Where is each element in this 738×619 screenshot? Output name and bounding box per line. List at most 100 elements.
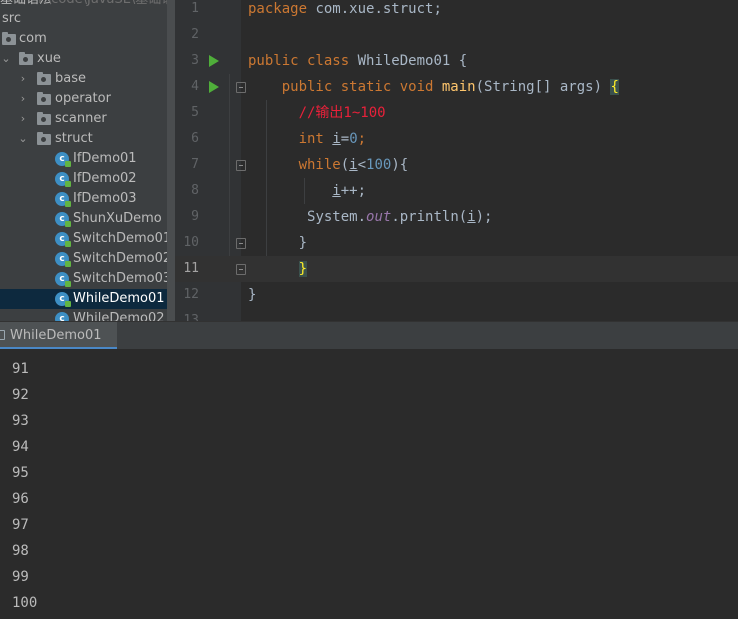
console-line: 96 [12,491,29,507]
tree-item-class-selected[interactable]: c WhileDemo01 [0,289,175,309]
run-tab-bar: WhileDemo01 [0,321,738,350]
package-folder-icon [19,52,33,65]
run-tab-label: WhileDemo01 [10,328,102,343]
run-tab[interactable]: WhileDemo01 [0,322,117,350]
code-text: } [248,287,257,303]
java-class-icon: c [55,212,71,227]
console-line: 95 [12,465,29,481]
tree-item-class[interactable]: c IfDemo01 [0,149,175,169]
tree-item-label: ShunXuDemo [73,211,162,226]
java-class-icon: c [55,152,71,167]
package-folder-icon [37,92,51,105]
console-line: 99 [12,569,29,585]
package-folder-icon [37,112,51,125]
code-text: int i=0; [298,131,367,147]
code-line-current[interactable]: 11 } [175,256,738,282]
console-line: 100 [12,595,38,611]
java-class-icon: c [55,172,71,187]
fold-icon[interactable] [236,82,246,93]
console-line: 98 [12,543,29,559]
java-class-icon: c [55,192,71,207]
tree-item-class[interactable]: c WhileDemo02 [0,309,175,321]
code-text: public static void main(String[] args) { [281,79,619,95]
code-text: public class WhileDemo01 { [248,53,468,69]
code-text: i++; [332,183,367,199]
tree-item-label: SwitchDemo01 [73,231,172,246]
code-line[interactable]: 12 } [175,282,738,308]
line-number: 5 [191,105,199,120]
code-line[interactable]: 9 System.out.println(i); [175,204,738,230]
chevron-right-icon[interactable]: › [18,89,28,109]
tree-item-class[interactable]: c SwitchDemo01 [0,229,175,249]
tree-item-class[interactable]: c SwitchDemo03 [0,269,175,289]
package-folder-icon [37,72,51,85]
code-line[interactable]: 7 while(i<100){ [175,152,738,178]
run-config-icon [0,330,5,340]
tree-item-label: com [19,31,47,46]
package-folder-icon [2,32,16,45]
run-console[interactable]: 91 92 93 94 95 96 97 98 99 100 [0,349,738,619]
tree-item-label: WhileDemo02 [73,311,165,321]
tree-item-class[interactable]: c IfDemo02 [0,169,175,189]
package-folder-icon [37,132,51,145]
fold-icon[interactable] [236,160,246,171]
tree-item-label: SwitchDemo03 [73,271,172,286]
code-line[interactable]: 1 package com.xue.struct; [175,0,738,22]
run-method-icon[interactable] [209,81,219,93]
project-tree-panel: 基础语法 T:\code\JavaSE\基础语法 src com ⌄ xue ›… [0,0,175,321]
tree-item-label: operator [55,91,111,106]
tree-item-label: SwitchDemo02 [73,251,172,266]
chevron-right-icon[interactable]: › [18,69,28,89]
tree-item-xue[interactable]: ⌄ xue [0,49,175,69]
tree-item-base[interactable]: › base [0,69,175,89]
tree-item-operator[interactable]: › operator [0,89,175,109]
tree-item-label: src [2,11,21,26]
tree-item-src[interactable]: src [0,9,175,29]
code-text: } [298,235,308,251]
line-number: 12 [183,287,199,302]
code-line[interactable]: 6 int i=0; [175,126,738,152]
chevron-right-icon[interactable]: › [18,109,28,129]
code-line[interactable]: 13 [175,308,738,321]
code-line[interactable]: 5 //输出1~100 [175,100,738,126]
tree-item-label: IfDemo01 [73,151,137,166]
tree-item-scanner[interactable]: › scanner [0,109,175,129]
console-line: 93 [12,413,29,429]
tree-item-com[interactable]: com [0,29,175,49]
tree-item-class[interactable]: c SwitchDemo02 [0,249,175,269]
code-line[interactable]: 3 public class WhileDemo01 { [175,48,738,74]
code-text: package com.xue.struct; [248,1,442,17]
tree-item-struct[interactable]: ⌄ struct [0,129,175,149]
code-text: System.out.println(i); [307,209,493,225]
fold-icon[interactable] [236,264,246,275]
java-class-icon: c [55,292,71,307]
java-class-icon: c [55,272,71,287]
code-text: //输出1~100 [298,105,386,121]
line-number: 11 [183,261,199,276]
code-text: } [298,261,308,277]
code-editor[interactable]: 1 package com.xue.struct; 2 3 public cla… [175,0,738,321]
tree-item-label: struct [55,131,93,146]
tree-item-class[interactable]: c ShunXuDemo [0,209,175,229]
line-number: 13 [183,313,199,321]
line-number: 6 [191,131,199,146]
line-number: 10 [183,235,199,250]
code-line[interactable]: 2 [175,22,738,48]
line-number: 7 [191,157,199,172]
tree-scrollbar[interactable] [167,0,175,321]
code-line[interactable]: 10 } [175,230,738,256]
java-class-icon: c [55,312,69,321]
code-line[interactable]: 4 public static void main(String[] args)… [175,74,738,100]
tree-item-label: scanner [55,111,107,126]
line-number: 1 [191,1,199,16]
console-line: 92 [12,387,29,403]
console-line: 97 [12,517,29,533]
chevron-down-icon[interactable]: ⌄ [18,129,28,149]
code-line[interactable]: 8 i++; [175,178,738,204]
chevron-down-icon[interactable]: ⌄ [1,49,11,69]
tree-item-class[interactable]: c IfDemo03 [0,189,175,209]
java-class-icon: c [55,232,71,247]
tree-item-label: IfDemo02 [73,171,137,186]
run-class-icon[interactable] [209,55,219,67]
fold-icon[interactable] [236,238,246,249]
